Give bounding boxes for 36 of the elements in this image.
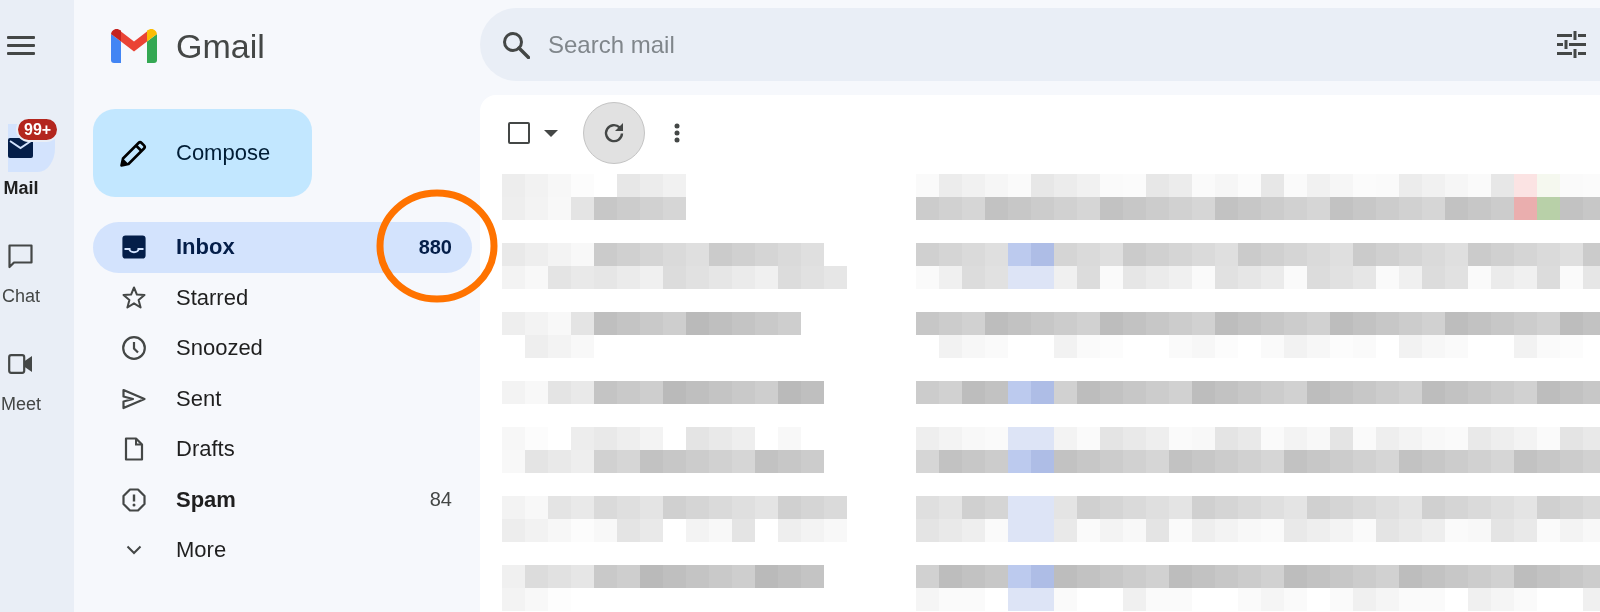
folder-item[interactable]: Inbox 880 xyxy=(93,222,472,273)
chat-bubble-icon xyxy=(8,243,33,269)
document-icon xyxy=(122,437,146,462)
star-icon xyxy=(122,285,146,310)
nav-rail-label[interactable]: Mail xyxy=(0,177,42,199)
vertical-dots-icon[interactable] xyxy=(674,123,680,143)
menu-icon[interactable] xyxy=(7,36,35,55)
refresh-icon xyxy=(603,122,625,144)
search-input[interactable]: Search mail xyxy=(548,30,1539,59)
folder-item[interactable]: Spam 84 xyxy=(93,474,472,525)
folder-item[interactable]: Snoozed xyxy=(93,323,472,374)
clock-icon xyxy=(122,336,146,361)
compose-button[interactable]: Compose xyxy=(93,109,312,197)
chevron-down-icon xyxy=(126,545,142,556)
unread-count: 880 xyxy=(418,235,452,259)
nav-rail-label[interactable]: Chat xyxy=(0,285,42,307)
unread-badge: 99+ xyxy=(16,117,60,142)
unread-count: 84 xyxy=(429,488,452,512)
envelope-icon xyxy=(8,138,33,158)
caret-down-icon[interactable] xyxy=(544,129,558,137)
search-icon[interactable] xyxy=(502,30,530,59)
m-logo-icon[interactable] xyxy=(111,28,157,63)
search-bar[interactable]: Search mail xyxy=(480,8,1600,81)
folder-item[interactable]: Drafts xyxy=(93,424,472,475)
pencil-icon xyxy=(119,138,149,168)
video-camera-icon xyxy=(8,354,33,374)
folder-item[interactable]: More xyxy=(93,525,472,576)
inbox-tray-icon xyxy=(122,235,146,260)
filter-sliders-icon[interactable] xyxy=(1557,31,1586,58)
folder-item[interactable]: Sent xyxy=(93,373,472,424)
folder-item[interactable]: Starred xyxy=(93,272,472,323)
paper-plane-icon xyxy=(122,386,146,411)
select-all-checkbox[interactable] xyxy=(508,122,530,144)
exclamation-octagon-icon xyxy=(122,487,146,512)
app-name[interactable]: Gmail xyxy=(176,25,265,66)
nav-rail-label[interactable]: Meet xyxy=(0,393,42,415)
